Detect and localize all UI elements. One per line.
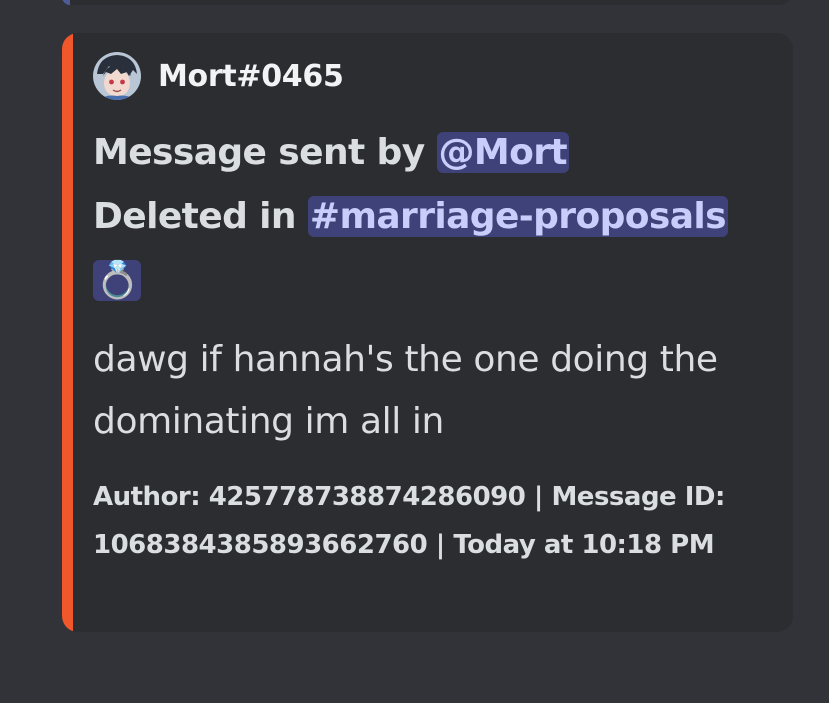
embed-accent-bar xyxy=(62,33,73,632)
title-prefix: Message sent by xyxy=(93,132,437,173)
user-mention[interactable]: @Mort xyxy=(436,132,570,173)
previous-embed-accent-bar xyxy=(62,0,70,5)
previous-embed xyxy=(62,0,793,5)
embed-description: dawg if hannah's the one doing the domin… xyxy=(93,339,718,442)
embed-author-name[interactable]: Mort#0465 xyxy=(158,59,344,94)
ring-emoji-icon: 💍 xyxy=(95,260,140,301)
channel-mention-label: #marriage-proposals xyxy=(309,196,727,237)
embed-footer: Author: 425778738874286090 | Message ID:… xyxy=(93,482,725,560)
deleted-prefix: Deleted in xyxy=(93,196,308,237)
embed-title: Message sent by @Mort Deleted in #marriag… xyxy=(93,121,733,313)
user-avatar-icon[interactable] xyxy=(93,52,141,100)
message-embed: Mort#0465 Message sent by @Mort Deleted i… xyxy=(62,33,793,632)
embed-author[interactable]: Mort#0465 xyxy=(93,52,344,100)
